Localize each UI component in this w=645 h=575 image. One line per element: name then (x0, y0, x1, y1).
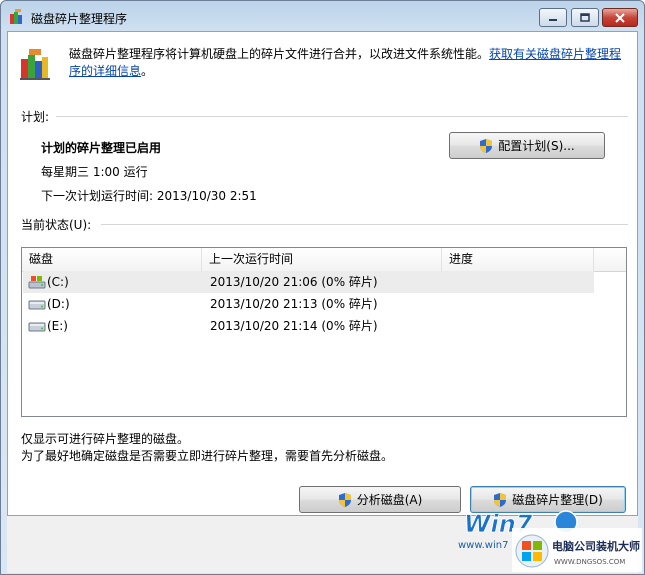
configure-schedule-button[interactable]: 配置计划(S)... (449, 132, 605, 159)
column-progress[interactable]: 进度 (442, 248, 594, 271)
minimize-button[interactable] (539, 8, 567, 27)
note-defraggable-disks: 仅显示可进行碎片整理的磁盘。 (21, 432, 190, 446)
watermark-site: www.win7 (458, 540, 508, 551)
disk-row-e[interactable]: (E:) 2013/10/20 21:14 (0% 碎片) (23, 315, 594, 337)
description-body: 磁盘碎片整理程序将计算机硬盘上的碎片文件进行合并，以改进文件系统性能。 (69, 47, 490, 61)
uac-shield-icon (480, 138, 493, 153)
watermark-corp-name: 电脑公司装机大师 (552, 539, 640, 553)
drive-icon (28, 300, 46, 310)
maximize-icon (580, 13, 590, 22)
disk-name: (C:) (47, 275, 69, 289)
analyze-disk-label: 分析磁盘(A) (356, 493, 423, 507)
disk-name: (D:) (47, 297, 70, 311)
analyze-disk-button[interactable]: 分析磁盘(A) (299, 486, 461, 513)
disk-row-d[interactable]: (D:) 2013/10/20 21:13 (0% 碎片) (23, 293, 594, 315)
schedule-divider (56, 116, 628, 117)
schedule-next-run: 下一次计划运行时间: 2013/10/30 2:51 (41, 189, 257, 203)
close-button[interactable] (602, 8, 638, 27)
disk-list[interactable]: 磁盘 上一次运行时间 进度 (C:) 2013/10/20 21:06 (0% … (21, 247, 627, 417)
defrag-app-icon (10, 9, 22, 24)
description-period: 。 (141, 64, 154, 78)
title-bar[interactable]: 磁盘碎片整理程序 (1, 1, 644, 31)
disk-name: (E:) (47, 319, 68, 333)
column-disk[interactable]: 磁盘 (22, 248, 202, 271)
description-text: 磁盘碎片整理程序将计算机硬盘上的碎片文件进行合并，以改进文件系统性能。获取有关磁… (69, 46, 629, 80)
minimize-icon (549, 18, 557, 21)
disk-row-c[interactable]: (C:) 2013/10/20 21:06 (0% 碎片) (23, 271, 594, 293)
defrag-window: 磁盘碎片整理程序 磁盘碎片整理程序将计算机硬盘上的碎片文件进行合并，以改进文件系… (0, 0, 645, 575)
disk-last-run: 2013/10/20 21:14 (0% 碎片) (210, 319, 378, 333)
maximize-button[interactable] (571, 8, 599, 27)
close-icon (615, 12, 625, 23)
disk-last-run: 2013/10/20 21:06 (0% 碎片) (210, 275, 378, 289)
status-divider (101, 224, 628, 225)
watermark-corp-site: WWW.DNGSOS.COM (554, 558, 625, 566)
column-last-run[interactable]: 上一次运行时间 (202, 248, 442, 271)
schedule-frequency: 每星期三 1:00 运行 (41, 165, 148, 179)
schedule-status: 计划的碎片整理已启用 (41, 141, 162, 155)
note-analyze-first: 为了最好地确定磁盘是否需要立即进行碎片整理，需要首先分析磁盘。 (21, 449, 394, 463)
disk-list-header: 磁盘 上一次运行时间 进度 (22, 248, 626, 272)
window-title: 磁盘碎片整理程序 (31, 12, 128, 26)
current-status-label: 当前状态(U): (21, 218, 92, 232)
disk-last-run: 2013/10/20 21:13 (0% 碎片) (210, 297, 378, 311)
defrag-header-icon (20, 49, 50, 80)
drive-icon (28, 322, 46, 332)
system-drive-icon (28, 276, 46, 289)
configure-schedule-label: 配置计划(S)... (498, 139, 575, 153)
uac-shield-icon (338, 492, 351, 507)
watermark-overlay: Win7 www.win7 电脑公司装机大师 WWW.DNGSOS.COM (458, 510, 642, 572)
schedule-section-label: 计划: (21, 110, 50, 124)
